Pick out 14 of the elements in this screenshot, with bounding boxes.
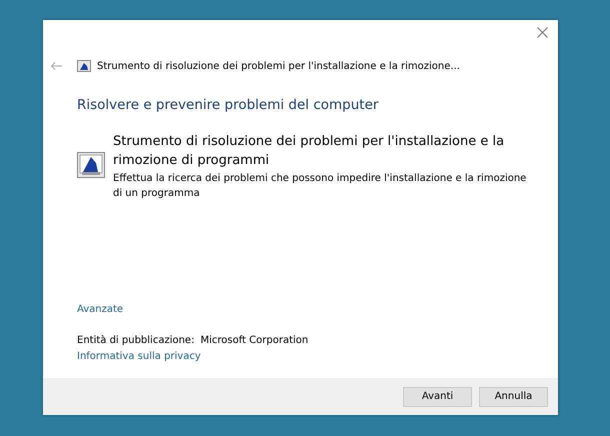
advanced-link[interactable]: Avanzate (77, 304, 124, 315)
page-heading: Risolvere e prevenire problemi del computer (77, 97, 378, 113)
troubleshooter-icon (77, 60, 91, 72)
troubleshooter-icon (77, 152, 105, 178)
troubleshooter-description: Effettua la ricerca dei problemi che possono impedire l'installazione e la rimozione di un programma (113, 172, 528, 201)
publisher-label: Entità di pubblicazione: (77, 335, 194, 346)
troubleshooter-title[interactable]: Strumento di risoluzione dei problemi per l'installazione e la rimozione di programmi (113, 132, 533, 170)
close-icon[interactable] (537, 27, 548, 38)
publisher-value: Microsoft Corporation (200, 335, 308, 346)
back-arrow-icon[interactable] (51, 62, 62, 70)
next-button[interactable]: Avanti (403, 386, 472, 406)
cancel-button[interactable]: Annulla (479, 386, 548, 406)
window-title: Strumento di risoluzione dei problemi per l'installazione e la rimozione... (97, 60, 460, 72)
privacy-link[interactable]: Informativa sulla privacy (77, 351, 201, 362)
